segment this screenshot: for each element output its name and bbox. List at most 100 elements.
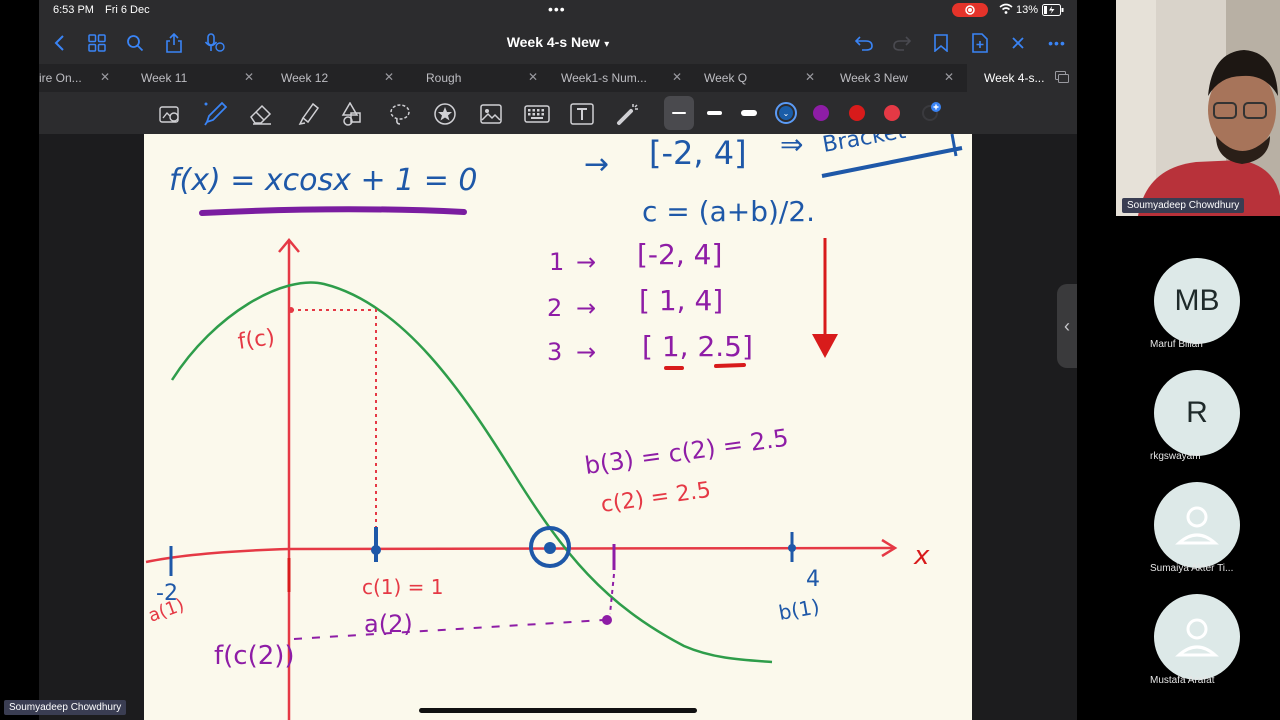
tab-label: Week 12 bbox=[281, 71, 329, 85]
iteration-3-interval: [ 1, 2.5] bbox=[642, 330, 753, 363]
tab-close-icon[interactable]: ✕ bbox=[528, 70, 538, 84]
thin-stroke-option[interactable] bbox=[664, 96, 694, 130]
equation-underline bbox=[199, 206, 467, 216]
participant-avatar-generic[interactable] bbox=[1154, 594, 1240, 680]
tab-3[interactable]: Rough ✕ bbox=[414, 64, 544, 92]
note-page[interactable]: f(x) = xcosx + 1 = 0 → [-2, 4] ⇒ Bracket… bbox=[144, 134, 972, 720]
avatar-initials: R bbox=[1186, 396, 1208, 429]
iteration-3-arrow: → bbox=[576, 338, 596, 366]
status-time: 6:53 PM bbox=[53, 4, 94, 16]
tab-label: ire On... bbox=[39, 71, 82, 85]
tab-close-icon[interactable]: ✕ bbox=[672, 70, 682, 84]
highlighter-icon[interactable] bbox=[295, 101, 321, 127]
fc2-label: f(c(2)) bbox=[214, 641, 295, 671]
four-label: 4 bbox=[806, 567, 820, 592]
tab-close-icon[interactable]: ✕ bbox=[384, 70, 394, 84]
meeting-participants-panel: Soumyadeep Chowdhury MB Maruf Billah R r… bbox=[1077, 0, 1280, 720]
tab-overview-icon[interactable] bbox=[1055, 71, 1069, 87]
add-color-icon[interactable] bbox=[921, 101, 943, 123]
tab-5[interactable]: Week Q ✕ bbox=[692, 64, 822, 92]
image-insert-icon[interactable] bbox=[478, 101, 504, 127]
host-video-tile[interactable]: Soumyadeep Chowdhury bbox=[1116, 0, 1280, 216]
lasso-image-icon[interactable] bbox=[158, 102, 182, 126]
color-swatch-blue-selected[interactable]: ⌄ bbox=[775, 102, 797, 124]
add-page-icon[interactable] bbox=[969, 31, 991, 55]
tab-7-active[interactable]: Week 4-s... bbox=[967, 64, 1077, 92]
minus-2-label: -2 bbox=[156, 581, 178, 606]
laser-pointer-icon[interactable] bbox=[615, 101, 641, 127]
tab-1[interactable]: Week 11 ✕ bbox=[129, 64, 259, 92]
participant-avatar-r[interactable]: R bbox=[1154, 370, 1240, 456]
pen-tool-icon[interactable] bbox=[202, 100, 228, 128]
tab-close-icon[interactable]: ✕ bbox=[100, 70, 110, 84]
tab-label: Week 3 New bbox=[840, 71, 908, 85]
grid-view-icon[interactable] bbox=[86, 32, 108, 54]
implies-arrow: ⇒ bbox=[780, 134, 803, 161]
tab-6[interactable]: Week 3 New ✕ bbox=[829, 64, 959, 92]
tab-label: Rough bbox=[426, 71, 462, 85]
participant-name: Mustafa Arafat bbox=[1150, 675, 1215, 686]
iteration-2-arrow: → bbox=[576, 294, 596, 322]
tab-label: Week1-s Num... bbox=[561, 71, 647, 85]
status-date: Fri 6 Dec bbox=[105, 4, 150, 16]
tab-close-icon[interactable]: ✕ bbox=[805, 70, 815, 84]
undo-icon[interactable] bbox=[853, 32, 875, 54]
participant-name: rkgswayam bbox=[1150, 451, 1201, 462]
close-icon[interactable] bbox=[1007, 32, 1029, 54]
home-indicator[interactable] bbox=[419, 708, 697, 713]
fc-label: f(c) bbox=[236, 325, 276, 355]
color-swatch-red[interactable] bbox=[849, 105, 865, 121]
iteration-1-arrow: → bbox=[576, 248, 596, 276]
share-icon[interactable] bbox=[163, 31, 185, 55]
sticker-star-icon[interactable] bbox=[432, 101, 458, 127]
keyboard-icon[interactable] bbox=[523, 102, 551, 126]
tab-close-icon[interactable]: ✕ bbox=[944, 70, 954, 84]
nav-bar: Week 4-s New ▾ ••• bbox=[39, 22, 1077, 64]
bracket-word-text: Bracket bbox=[821, 134, 908, 158]
more-options-icon[interactable]: ••• bbox=[1045, 32, 1069, 54]
c2-equation-text: c(2) = 2.5 bbox=[599, 478, 712, 518]
color-swatch-purple[interactable] bbox=[813, 105, 829, 121]
c1-label: c(1) = 1 bbox=[362, 575, 444, 599]
thick-stroke-option[interactable] bbox=[741, 110, 757, 116]
tab-4[interactable]: Week1-s Num... ✕ bbox=[549, 64, 689, 92]
side-panel-toggle-icon[interactable]: ‹ bbox=[1057, 284, 1077, 368]
notebook-canvas: f(x) = xcosx + 1 = 0 → [-2, 4] ⇒ Bracket… bbox=[39, 134, 1077, 720]
avatar-initials: MB bbox=[1174, 284, 1220, 317]
screen-record-icon[interactable] bbox=[952, 3, 988, 17]
medium-stroke-option[interactable] bbox=[707, 111, 722, 115]
shapes-icon[interactable] bbox=[340, 101, 366, 127]
bookmark-icon[interactable] bbox=[930, 32, 952, 54]
tick-4-dot bbox=[788, 544, 796, 552]
multitask-dots-icon[interactable]: ••• bbox=[548, 1, 566, 17]
battery-percent: 13% bbox=[1016, 4, 1039, 16]
tick-c1-dot bbox=[371, 545, 381, 555]
arrow-text: → bbox=[584, 147, 609, 182]
document-title[interactable]: Week 4-s New bbox=[507, 34, 600, 50]
tab-2[interactable]: Week 12 ✕ bbox=[269, 64, 399, 92]
host-name-badge: Soumyadeep Chowdhury bbox=[1122, 198, 1245, 213]
lasso-icon[interactable] bbox=[387, 101, 413, 127]
participant-name: Sumaiya Akter Ti... bbox=[1150, 563, 1234, 574]
tab-label: Week 11 bbox=[141, 71, 188, 85]
participant-avatar-generic[interactable] bbox=[1154, 482, 1240, 568]
microphone-icon[interactable] bbox=[203, 31, 227, 55]
x-axis bbox=[145, 546, 895, 564]
x-axis-label: x bbox=[913, 541, 930, 571]
tab-close-icon[interactable]: ✕ bbox=[244, 70, 254, 84]
tab-label: Week Q bbox=[704, 71, 748, 85]
redo-icon[interactable] bbox=[891, 32, 913, 54]
b1-label: b(1) bbox=[777, 594, 822, 625]
title-chevron-down-icon: ▾ bbox=[604, 39, 610, 50]
midpoint-formula-text: c = (a+b)/2. bbox=[642, 195, 815, 228]
drawing-toolbar: ⌄ bbox=[39, 92, 1077, 134]
back-chevron-icon[interactable] bbox=[49, 32, 71, 54]
ipad-screen: 6:53 PM Fri 6 Dec ••• 13% Week 4-s New ▾… bbox=[39, 0, 1077, 720]
text-box-icon[interactable] bbox=[569, 101, 595, 127]
fc-point bbox=[288, 307, 294, 313]
participant-avatar-mb[interactable]: MB bbox=[1154, 258, 1240, 344]
eraser-icon[interactable] bbox=[248, 101, 274, 127]
b3-equation-text: b(3) = c(2) = 2.5 bbox=[583, 424, 790, 480]
search-icon[interactable] bbox=[124, 32, 146, 54]
color-swatch-coral[interactable] bbox=[884, 105, 900, 121]
